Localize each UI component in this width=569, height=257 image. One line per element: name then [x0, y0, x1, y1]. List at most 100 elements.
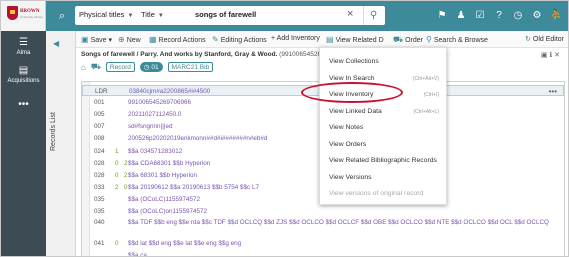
menu-item[interactable]: View Collections — [320, 54, 448, 70]
marc-tag: 040 — [94, 219, 105, 227]
location-pin-icon[interactable]: ⚑ — [436, 9, 448, 22]
order-button[interactable]: ⛟ Order — [393, 35, 423, 45]
app-window: BROWN University Library ⌕ Physical titl… — [0, 0, 569, 257]
settings-icon[interactable]: ⚙ — [531, 9, 543, 22]
more-dots-icon: ••• — [18, 99, 29, 110]
menu-item-shortcut: (Ctrl+Alt+V) — [412, 75, 439, 82]
marc-value[interactable]: 200526p20202019enkmonn##d#i#######n#eb#d — [128, 133, 267, 144]
save-icon: ▣ — [81, 35, 89, 44]
menu-item[interactable]: View Versions — [320, 170, 448, 186]
close-icon[interactable]: ✕ — [554, 52, 560, 59]
nav-item-acquisitions[interactable]: ▤ Acquisitions — [1, 65, 46, 85]
search-input[interactable]: songs of farewell — [195, 10, 256, 19]
clock-icon[interactable]: ◷ — [512, 9, 524, 22]
search-browse-button[interactable]: ⚲ Search & Browse — [426, 35, 488, 44]
search-bar: Physical titles ▼ Title ▼ songs of farewel… — [75, 6, 385, 25]
nav-label: Acquisitions — [7, 78, 40, 84]
brand-subtitle: University Library — [20, 15, 44, 19]
search-scope-icon[interactable]: ⌕ — [55, 9, 69, 23]
marc-field-row[interactable]: 041 0 $$d lat $$d eng $$e lat $$e eng $$g … — [82, 238, 564, 249]
view-related-data-button[interactable]: ▤ View Related D — [326, 35, 384, 44]
save-button[interactable]: ▣ Save ▾ — [81, 35, 112, 44]
save-record-icon[interactable]: ▣ — [541, 52, 548, 59]
menu-item-label: View Notes — [329, 124, 364, 131]
menu-item[interactable]: View Related Bibliographic Records — [320, 153, 448, 169]
marc-field-row[interactable]: 040 $$a TDF $$b eng $$e rda $$c TDF $$d O… — [82, 218, 564, 237]
menu-item-label: View Linked Data — [329, 107, 382, 115]
record-actions-button[interactable]: ▦ Record Actions — [149, 35, 206, 44]
plus-circle-icon: ⊕ — [118, 35, 125, 44]
marc-value[interactable]: $$a 20190612 $$a 20190613 $$b 5754 $$c L… — [128, 182, 259, 193]
format-badge: MARC21 Bib — [167, 62, 214, 72]
old-editor-link[interactable]: ↻ Old Editor — [525, 35, 564, 43]
refresh-icon: ↻ — [525, 36, 531, 43]
cart-icon[interactable]: ⛟ — [91, 62, 101, 72]
marc-indicator: 0 — [115, 240, 119, 248]
marc-indicator: 0 — [115, 159, 119, 167]
nav-item-more[interactable]: ••• — [1, 99, 46, 111]
marc-indicator: 2 — [124, 159, 128, 167]
home-icon[interactable]: ⌂ — [81, 63, 86, 72]
search-button[interactable]: ⚲ — [363, 6, 383, 25]
cart-icon: ⛟ — [393, 35, 404, 44]
menu-item-label: View versions of original record — [329, 190, 424, 197]
add-inventory-button[interactable]: + Add Inventory — [271, 35, 320, 42]
search-type-select[interactable]: Physical titles ▼ — [79, 10, 133, 19]
chevron-down-icon: ▼ — [157, 13, 164, 19]
marc-value[interactable]: $$a TDF $$b eng $$e rda $$c TDF $$d OCLC… — [128, 218, 558, 227]
records-list-label: Records List — [50, 112, 57, 151]
marc-value[interactable]: $$a CDA68301 $$b Hyperion — [128, 158, 210, 169]
search-field-select[interactable]: Title ▼ — [141, 10, 164, 19]
institution-logo[interactable]: BROWN University Library — [1, 1, 46, 31]
shield-icon — [7, 6, 18, 20]
marc-tag: LDR — [95, 88, 108, 95]
user-icon[interactable]: ♟ — [455, 9, 467, 22]
row-more-icon[interactable]: ••• — [549, 86, 557, 95]
menu-item-label: View Related Bibliographic Records — [329, 157, 437, 164]
ledger-icon: ▤ — [18, 65, 29, 76]
nav-label: Alma — [16, 50, 31, 56]
marc-value[interactable]: sd#fsngnnn|||ed — [128, 121, 172, 132]
record-badge[interactable]: Record — [105, 62, 135, 72]
marc-field-row[interactable]: 035 $$a (OCoLC)on1155974572 — [82, 206, 564, 217]
marc-field-row[interactable]: $$a ca — [82, 250, 564, 256]
marc-tag: 001 — [94, 99, 105, 107]
menu-item-shortcut: (Ctrl+Alt+L) — [413, 108, 439, 115]
marc-tag: 041 — [94, 240, 105, 248]
marc-value[interactable]: $$a (OCoLC)on1155974572 — [128, 206, 207, 217]
record-title: Songs of farewell / Parry. And works by … — [81, 51, 336, 58]
menu-item-shortcut: (Ctrl+I) — [423, 92, 439, 98]
collapse-arrow-icon[interactable]: ◀ — [53, 39, 59, 48]
marc-indicator: 2 — [124, 171, 128, 179]
menu-item[interactable]: View Orders — [320, 137, 448, 153]
marc-tag: 005 — [94, 111, 105, 119]
menu-item[interactable]: View Notes — [320, 120, 448, 136]
record-title-text: Songs of farewell / Parry. And works by … — [81, 51, 278, 58]
marc-value[interactable]: $$a (OCoLC)1155974572 — [128, 194, 200, 205]
marc-value[interactable]: $$a 034571283012 — [128, 146, 182, 157]
view-related-icon: ▤ — [326, 35, 334, 44]
nav-item-alma[interactable]: ☰ Alma — [1, 37, 46, 57]
tasks-icon[interactable]: ☑ — [474, 9, 486, 22]
marc-value[interactable]: $$a ca — [128, 250, 147, 256]
new-button[interactable]: ⊕ New — [118, 35, 141, 44]
count-badge[interactable]: ◷ 01 — [139, 62, 163, 72]
menu-item[interactable]: View Linked Data (Ctrl+Alt+L) — [320, 104, 448, 120]
clear-search-icon[interactable]: × — [347, 8, 353, 20]
marc-value[interactable]: $$a 68301 $$b Hyperion — [128, 170, 197, 181]
marc-value[interactable]: $$d lat $$d eng $$e lat $$e eng $$g eng — [128, 238, 241, 249]
info-icon[interactable]: ℹ — [550, 52, 553, 59]
marc-tag: 035 — [94, 195, 105, 203]
marc-value[interactable]: 20211027112450.0 — [128, 109, 181, 120]
search-icon: ⚲ — [426, 35, 432, 44]
marc-value[interactable]: 03840cjm#a2200865#i#4500 — [129, 86, 210, 95]
person-walk-icon[interactable]: ⛹ — [550, 9, 562, 22]
editing-actions-button[interactable]: ✎ Editing Actions — [212, 35, 267, 44]
menu-item-label: View Collections — [329, 58, 379, 65]
record-actions-icon: ▦ — [149, 35, 157, 44]
marc-value[interactable]: 991006545269706966 — [128, 97, 191, 108]
marc-indicator: 2 — [115, 183, 119, 191]
help-icon[interactable]: ? — [493, 9, 505, 22]
menu-item-label: View In Search — [329, 74, 375, 82]
records-list-rail[interactable]: ◀ Records List — [46, 31, 76, 256]
